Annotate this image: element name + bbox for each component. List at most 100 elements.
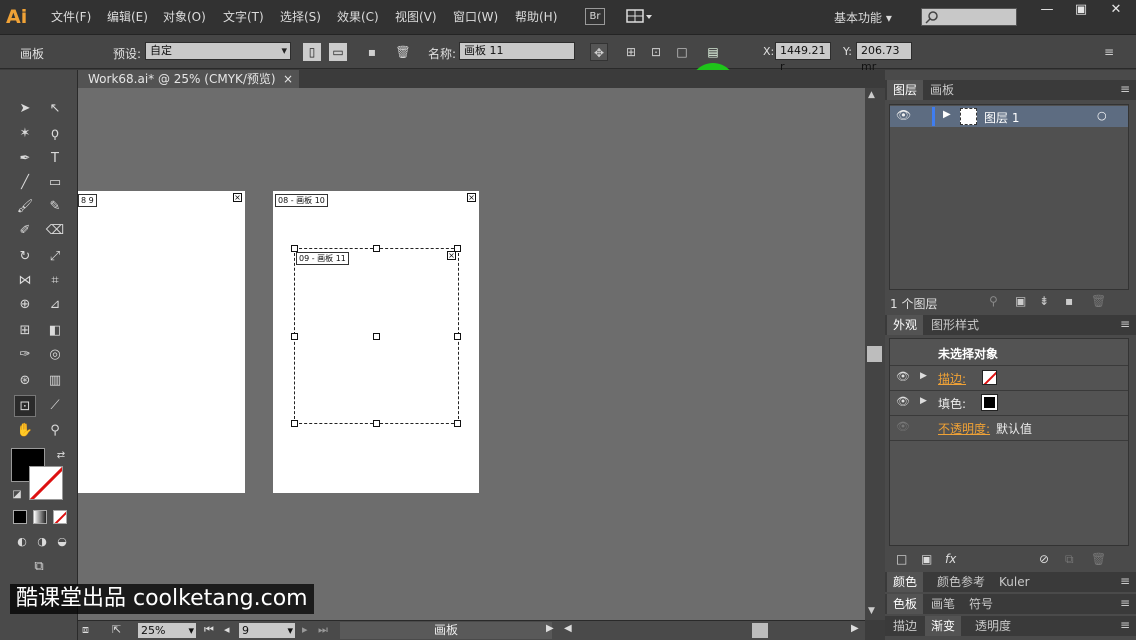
tab-layers[interactable]: 图层 <box>887 80 924 100</box>
clipping-mask-icon[interactable]: ▣ <box>1015 294 1026 308</box>
free-transform-icon[interactable]: ⌗ <box>44 270 66 292</box>
x-field[interactable]: 1449.21 r <box>775 42 831 73</box>
close-icon[interactable]: × <box>467 193 476 202</box>
eye-icon[interactable]: 👁 <box>896 420 910 433</box>
menu-help[interactable]: 帮助(H) <box>515 9 557 26</box>
draw-normal-icon[interactable]: ◐ <box>11 531 33 553</box>
stroke-row[interactable]: 👁 ▶ 描边: <box>890 366 1128 390</box>
panel-menu-icon[interactable]: ≡ <box>1120 82 1130 96</box>
gpu-icon[interactable]: ⧈ <box>82 623 89 637</box>
line-tool-icon[interactable]: ╱ <box>14 172 36 194</box>
scroll-up-icon[interactable]: ▲ <box>868 90 875 100</box>
tab-transparency[interactable]: 透明度 <box>969 616 1017 636</box>
menu-edit[interactable]: 编辑(E) <box>107 9 148 26</box>
color-mode-icon[interactable] <box>13 510 27 524</box>
resize-handle[interactable] <box>454 420 461 427</box>
type-tool-icon[interactable]: T <box>44 148 66 170</box>
draw-inside-icon[interactable]: ◒ <box>51 531 73 553</box>
share-icon[interactable]: ⇱ <box>112 623 121 636</box>
panel-menu-icon[interactable]: ≡ <box>1100 43 1118 61</box>
horizontal-scroll-thumb[interactable] <box>752 623 768 638</box>
tab-color-guide[interactable]: 颜色参考 <box>931 572 991 592</box>
resize-handle[interactable] <box>454 333 461 340</box>
resize-handle[interactable] <box>291 333 298 340</box>
tab-stroke[interactable]: 描边 <box>887 616 923 636</box>
new-layer-icon[interactable]: ▪ <box>1065 294 1073 308</box>
tab-graphic-styles[interactable]: 图形样式 <box>925 315 985 335</box>
stroke-swatch[interactable] <box>29 466 63 500</box>
scale-tool-icon[interactable]: ⤢ <box>44 246 66 268</box>
eye-icon[interactable]: 👁 <box>896 108 911 122</box>
stroke-label[interactable]: 描边: <box>938 370 966 387</box>
resize-handle[interactable] <box>291 245 298 252</box>
center-point[interactable] <box>373 333 380 340</box>
menu-window[interactable]: 窗口(W) <box>453 9 498 26</box>
add-fill-icon[interactable]: ▣ <box>921 552 932 566</box>
chevron-right-icon[interactable]: ▶ <box>920 371 927 381</box>
close-icon[interactable]: × <box>447 251 456 260</box>
hand-tool-icon[interactable]: ✋ <box>14 420 36 442</box>
new-artboard-icon[interactable]: ▪ <box>363 43 381 61</box>
menu-select[interactable]: 选择(S) <box>280 9 321 26</box>
trash-icon[interactable]: 🗑 <box>1091 294 1106 308</box>
minimize-button[interactable]: — <box>1030 0 1064 20</box>
layer-name[interactable]: 图层 1 <box>984 109 1019 126</box>
draw-behind-icon[interactable]: ◑ <box>31 531 53 553</box>
tab-color[interactable]: 颜色 <box>887 572 924 592</box>
chevron-right-icon[interactable]: ▶ <box>943 109 951 120</box>
artboard-options-icon[interactable]: ▤ <box>704 43 722 61</box>
close-icon[interactable]: × <box>233 193 242 202</box>
preset-select[interactable]: 自定 ▾ <box>145 42 291 60</box>
blob-brush-icon[interactable]: ✐ <box>14 220 36 242</box>
fill-swatch[interactable] <box>981 394 998 411</box>
eye-icon[interactable]: 👁 <box>896 395 910 408</box>
artboard-tool-icon[interactable]: ⊡ <box>14 395 36 417</box>
video-safe-areas-icon[interactable]: □ <box>673 43 691 61</box>
tab-brushes[interactable]: 画笔 <box>925 594 961 614</box>
rectangle-tool-icon[interactable]: ▭ <box>44 172 66 194</box>
maximize-button[interactable]: ▣ <box>1064 0 1098 20</box>
tab-artboards[interactable]: 画板 <box>924 80 960 100</box>
first-artboard-icon[interactable]: ⏮ <box>204 623 214 637</box>
next-artboard-icon[interactable]: ▸ <box>302 623 308 636</box>
close-button[interactable]: ✕ <box>1098 0 1134 20</box>
panel-menu-icon[interactable]: ≡ <box>1120 596 1130 610</box>
menu-file[interactable]: 文件(F) <box>51 9 91 26</box>
eyedropper-icon[interactable]: ✑ <box>14 344 36 366</box>
portrait-icon[interactable]: ▯ <box>303 43 321 61</box>
show-cross-hairs-icon[interactable]: ⊡ <box>647 43 665 61</box>
shape-builder-icon[interactable]: ⊕ <box>14 294 36 316</box>
search-input[interactable] <box>921 8 1017 26</box>
lasso-icon[interactable]: ϙ <box>44 123 66 145</box>
zoom-select[interactable]: 25% ▾ <box>138 623 196 638</box>
resize-handle[interactable] <box>291 420 298 427</box>
add-stroke-icon[interactable]: □ <box>896 552 907 566</box>
layer-row[interactable]: 👁 ▶ 图层 1 ○ <box>890 106 1128 127</box>
trash-icon[interactable]: 🗑 <box>394 43 412 61</box>
locate-icon[interactable]: ⚲ <box>989 294 998 308</box>
magic-wand-icon[interactable]: ✶ <box>14 123 36 145</box>
document-tab[interactable]: Work68.ai* @ 25% (CMYK/预览) × <box>78 70 299 88</box>
target-icon[interactable]: ○ <box>1097 109 1107 122</box>
screen-mode-icon[interactable]: ⧉ <box>26 556 52 578</box>
zoom-tool-icon[interactable]: ⚲ <box>44 420 66 442</box>
tab-gradient[interactable]: 渐变 <box>925 616 962 636</box>
trash-icon[interactable]: 🗑 <box>1091 552 1106 566</box>
y-field[interactable]: 206.73 mr <box>856 42 912 73</box>
eraser-icon[interactable]: ⌫ <box>44 220 66 242</box>
paintbrush-icon[interactable]: 🖌 <box>14 196 36 218</box>
tab-kuler[interactable]: Kuler <box>993 572 1036 592</box>
resize-handle[interactable] <box>373 245 380 252</box>
blend-tool-icon[interactable]: ◎ <box>44 344 66 366</box>
width-tool-icon[interactable]: ⋈ <box>14 270 36 292</box>
rotate-tool-icon[interactable]: ↻ <box>14 246 36 268</box>
resize-handle[interactable] <box>454 245 461 252</box>
artboard-9[interactable]: 8 9 × <box>78 191 245 493</box>
artboard-11-selection[interactable]: 09 - 画板 11 × <box>291 245 461 427</box>
resize-handle[interactable] <box>373 420 380 427</box>
default-colors-icon[interactable]: ◪ <box>6 484 28 506</box>
selection-tool-icon[interactable]: ➤ <box>14 98 36 120</box>
mesh-tool-icon[interactable]: ⊞ <box>14 320 36 342</box>
menu-view[interactable]: 视图(V) <box>395 9 437 26</box>
fill-row[interactable]: 👁 ▶ 填色: <box>890 391 1128 415</box>
